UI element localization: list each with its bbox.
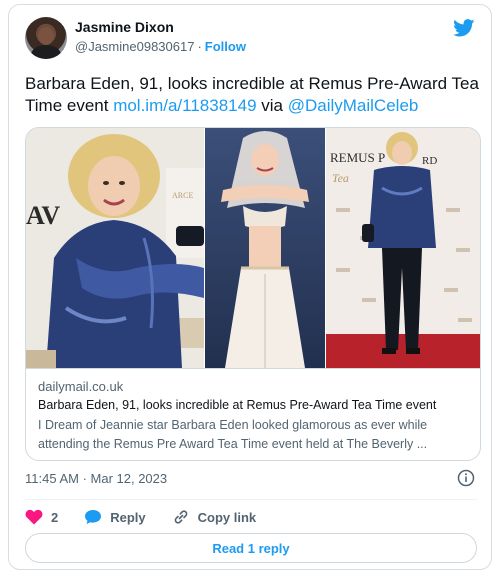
link-preview-card[interactable]: ARCE AV REMUS P RD Tea dailymail.co.uk B…: [25, 127, 481, 461]
follow-button[interactable]: Follow: [205, 39, 246, 54]
tweet-card: Jasmine Dixon @Jasmine09830617 · Follow Ba…: [8, 4, 492, 570]
via-text: via: [256, 96, 288, 115]
tweet-timestamp[interactable]: 11:45 AM · Mar 12, 2023: [25, 471, 167, 486]
user-name[interactable]: Jasmine Dixon: [75, 19, 174, 35]
separator-dot: ·: [197, 39, 202, 54]
info-icon[interactable]: [457, 469, 475, 487]
card-info[interactable]: dailymail.co.uk Barbara Eden, 91, looks …: [26, 368, 480, 460]
user-handle-line: @Jasmine09830617 · Follow: [75, 39, 246, 54]
copy-link-button[interactable]: Copy link: [172, 509, 257, 525]
speech-bubble-icon: [85, 510, 102, 524]
read-replies-button[interactable]: Read 1 reply: [25, 533, 477, 563]
photo-blue-outfit[interactable]: ARCE AV: [26, 128, 204, 368]
like-button[interactable]: 2: [25, 509, 58, 525]
backdrop-logo-text: ARCE: [172, 191, 193, 200]
copy-link-label: Copy link: [197, 509, 257, 525]
action-bar: 2 Reply Copy link: [25, 507, 282, 527]
card-media[interactable]: ARCE AV REMUS P RD Tea: [26, 128, 480, 368]
tweet-text: Barbara Eden, 91, looks incredible at Re…: [25, 73, 481, 117]
mention-link[interactable]: @DailyMailCeleb: [288, 96, 419, 115]
reply-button[interactable]: Reply: [84, 509, 146, 525]
backdrop-event-text: REMUS P: [330, 150, 385, 165]
heart-icon: [25, 509, 43, 525]
svg-text:AV: AV: [26, 201, 60, 230]
divider: [25, 499, 477, 500]
avatar[interactable]: [25, 17, 67, 59]
reply-label: Reply: [110, 509, 146, 525]
card-title: Barbara Eden, 91, looks incredible at Re…: [38, 398, 437, 412]
card-description: I Dream of Jeannie star Barbara Eden loo…: [38, 418, 428, 451]
user-handle[interactable]: @Jasmine09830617: [75, 39, 194, 54]
photo-red-carpet[interactable]: REMUS P RD Tea: [326, 128, 480, 368]
link-icon: [174, 510, 187, 524]
backdrop-event-text-2: RD: [422, 155, 437, 167]
twitter-bird-icon[interactable]: [453, 19, 475, 37]
photo-jeannie-costume[interactable]: [205, 128, 325, 368]
backdrop-tea-text: Tea: [332, 171, 349, 185]
like-count: 2: [51, 509, 59, 525]
card-domain: dailymail.co.uk: [38, 379, 124, 394]
article-link[interactable]: mol.im/a/11838149: [113, 96, 256, 115]
